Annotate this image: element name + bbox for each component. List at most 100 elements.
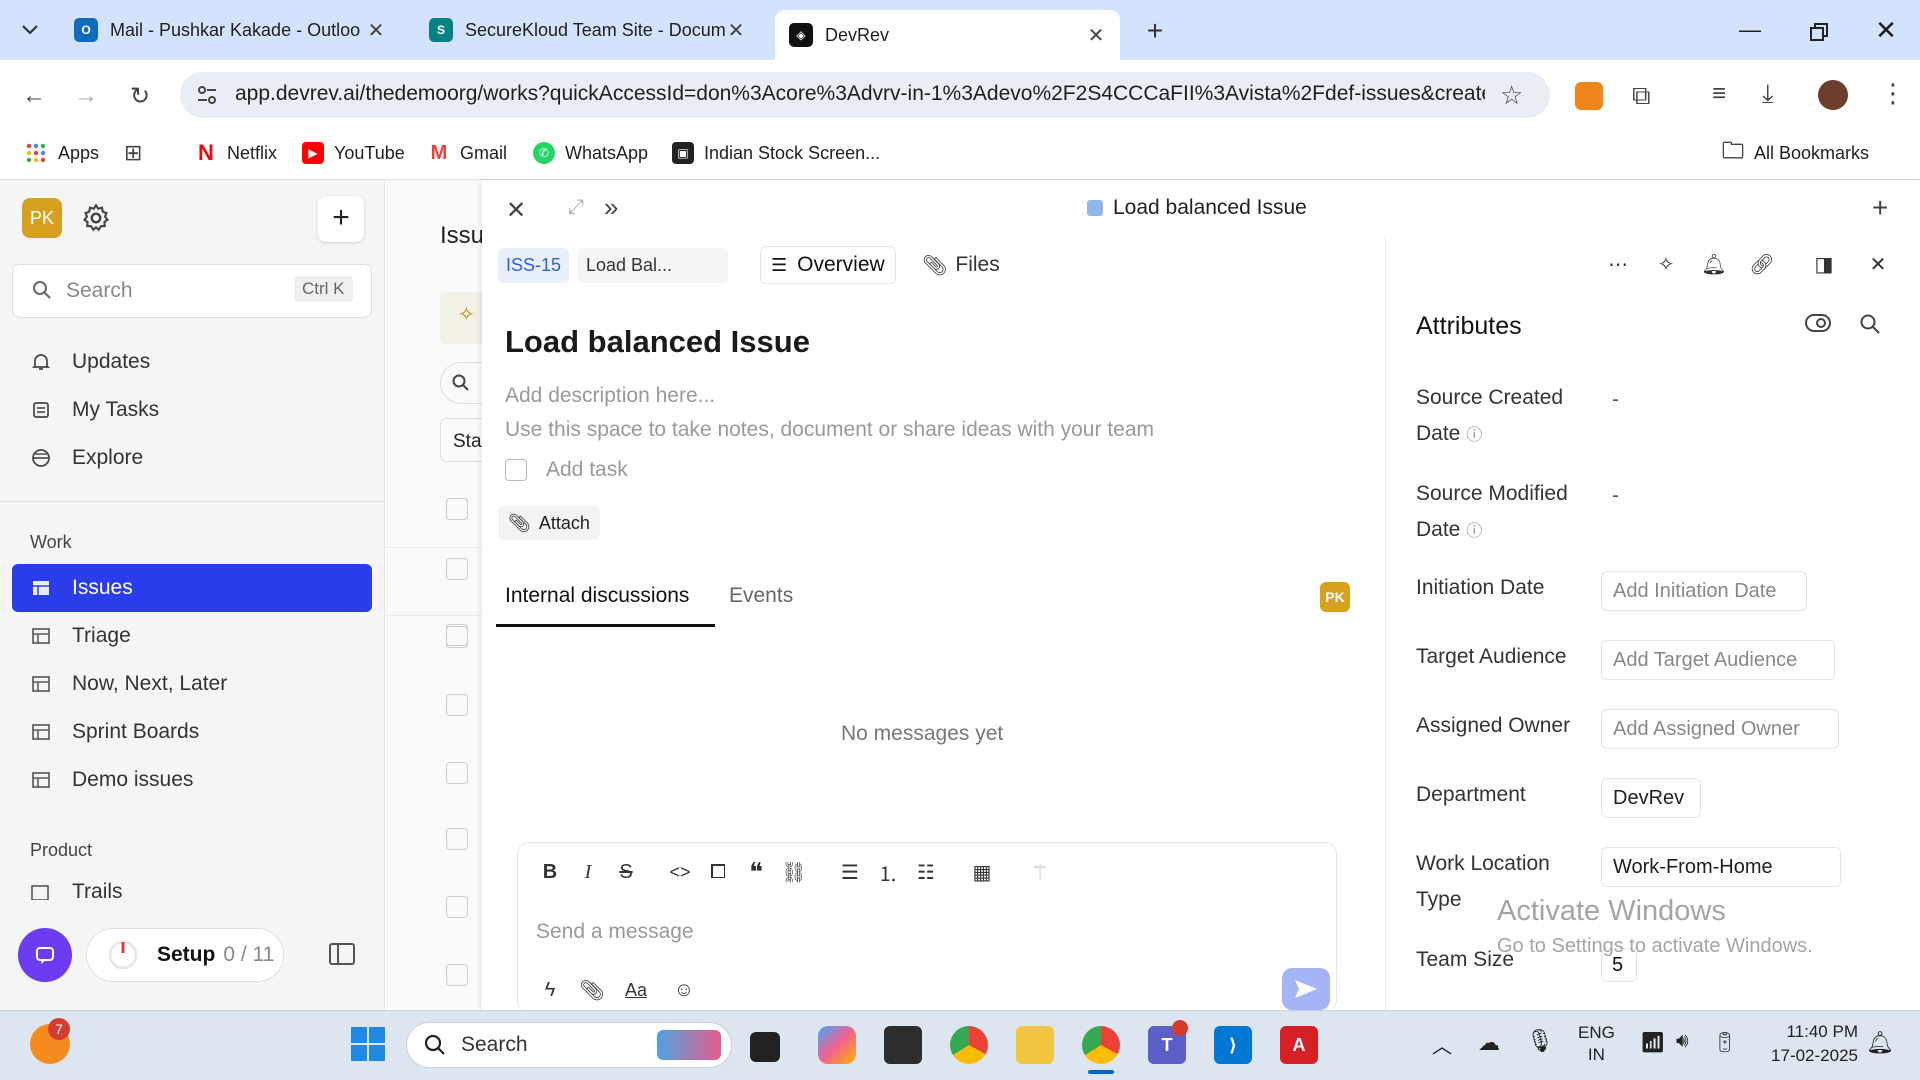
battery-icon[interactable]: 🔋︎ <box>1712 1030 1737 1055</box>
work-location-field[interactable]: Work-From-Home <box>1601 847 1841 887</box>
add-task-checkbox[interactable] <box>505 459 527 481</box>
chrome-icon[interactable] <box>950 1026 988 1064</box>
issue-title[interactable]: Load balanced Issue <box>505 324 810 360</box>
more-options-icon[interactable]: ⋯ <box>1604 250 1632 278</box>
expand-icon[interactable]: ⤢ <box>568 196 584 219</box>
downloads-icon[interactable]: ⤓ <box>1762 78 1774 110</box>
browser-tab-sharepoint[interactable]: S SecureKloud Team Site - Docum ✕ <box>415 10 760 50</box>
sparkle-icon[interactable]: ✧ <box>440 292 482 344</box>
emoji-icon[interactable]: ☺ <box>670 976 698 1004</box>
quote-icon[interactable]: ❝ <box>742 857 770 887</box>
collapse-double-chevron-icon[interactable]: » <box>604 192 618 223</box>
bookmark-gmail[interactable]: M Gmail <box>428 138 507 168</box>
close-tab-icon[interactable]: ✕ <box>366 18 386 43</box>
description-input[interactable]: Add description here... <box>505 384 715 408</box>
bookmark-netflix[interactable]: N Netflix <box>195 138 277 168</box>
tab-list-button[interactable] <box>14 14 46 46</box>
row-checkbox[interactable] <box>446 896 468 918</box>
font-format-icon[interactable]: Aa <box>622 976 650 1004</box>
tab-files[interactable]: 📎︎ Files <box>918 246 1004 284</box>
department-field[interactable]: DevRev <box>1601 778 1701 818</box>
url-text[interactable]: app.devrev.ai/thedemoorg/works?quickAcce… <box>235 82 1485 106</box>
issue-id-badge[interactable]: ISS-15 <box>498 248 570 283</box>
metamask-extension-icon[interactable] <box>1575 82 1603 110</box>
numbered-list-icon[interactable]: ⒈ <box>874 858 902 886</box>
bullet-list-icon[interactable]: ☰ <box>836 858 864 886</box>
close-tab-icon[interactable]: ✕ <box>1086 23 1106 48</box>
lightning-icon[interactable]: ϟ <box>536 976 564 1004</box>
add-icon[interactable]: + <box>1872 192 1888 224</box>
sidebar-toggle-icon[interactable]: ◨ <box>1810 250 1838 278</box>
forward-button[interactable]: → <box>68 78 104 114</box>
link-icon[interactable]: 🔗︎ <box>1748 250 1776 278</box>
terminal-icon[interactable] <box>884 1026 922 1064</box>
row-checkbox[interactable] <box>446 694 468 716</box>
vscode-icon[interactable]: ⟩ <box>1214 1026 1252 1064</box>
bell-icon[interactable]: 🔔︎ <box>1700 250 1728 278</box>
status-filter[interactable]: Sta <box>440 418 482 462</box>
row-checkbox[interactable] <box>446 762 468 784</box>
toggle-visibility-icon[interactable] <box>1804 312 1834 336</box>
clock[interactable]: 11:40 PM 17-02-2025 <box>1760 1020 1858 1068</box>
add-task-label[interactable]: Add task <box>546 458 628 482</box>
profile-avatar[interactable] <box>1818 80 1848 110</box>
code-block-icon[interactable]: ⧠ <box>704 858 732 886</box>
target-audience-field[interactable]: Add Target Audience <box>1601 640 1835 680</box>
tab-internal-discussions[interactable]: Internal discussions <box>505 584 689 608</box>
language-indicator[interactable]: ENG IN <box>1578 1022 1615 1066</box>
sidebar-item-explore[interactable]: Explore <box>12 434 372 482</box>
participant-avatar[interactable]: PK <box>1320 582 1350 612</box>
extensions-icon[interactable]: ⧉ <box>1632 80 1651 112</box>
bookmark-whatsapp[interactable]: ✆ WhatsApp <box>533 138 648 168</box>
close-tab-icon[interactable]: ✕ <box>726 18 746 43</box>
browser-menu-icon[interactable]: ⋮ <box>1880 78 1906 109</box>
taskbar-search-box[interactable]: Search <box>406 1022 732 1068</box>
sidebar-item-demo-issues[interactable]: Demo issues <box>12 756 372 804</box>
wifi-icon[interactable]: 📶︎ <box>1640 1030 1665 1055</box>
chat-button[interactable] <box>18 928 72 982</box>
checklist-icon[interactable]: ☷ <box>912 858 940 886</box>
row-checkbox[interactable] <box>446 964 468 986</box>
paperclip-icon[interactable]: 📎︎ <box>578 976 606 1004</box>
tab-groups-icon[interactable]: ⊞ <box>124 138 142 168</box>
bookmark-stock-screener[interactable]: ▣ Indian Stock Screen... <box>672 138 880 168</box>
file-explorer-icon[interactable] <box>1016 1026 1054 1064</box>
close-panel-icon[interactable]: ✕ <box>506 196 526 225</box>
setup-progress-button[interactable]: Setup 0 / 11 <box>86 928 284 982</box>
ai-sparkle-icon[interactable]: ✧ <box>1652 250 1680 278</box>
close-window-button[interactable]: ✕ <box>1868 12 1904 48</box>
tab-events[interactable]: Events <box>729 584 793 608</box>
attach-button[interactable]: 📎︎ Attach <box>498 506 600 540</box>
browser-tab-outlook[interactable]: O Mail - Pushkar Kakade - Outloo ✕ <box>60 10 400 50</box>
strikethrough-icon[interactable]: S <box>612 858 640 886</box>
collapse-sidebar-icon[interactable] <box>328 942 356 966</box>
site-info-icon[interactable] <box>194 82 220 108</box>
sidebar-item-triage[interactable]: Triage <box>12 612 372 660</box>
sidebar-item-my-tasks[interactable]: My Tasks <box>12 386 372 434</box>
bookmark-youtube[interactable]: ▶ YouTube <box>302 138 405 168</box>
onedrive-icon[interactable]: ☁ <box>1478 1030 1500 1056</box>
chrome-profile-icon[interactable] <box>1082 1026 1120 1064</box>
start-button[interactable] <box>350 1026 386 1062</box>
settings-gear-icon[interactable] <box>80 202 112 234</box>
issue-short-title[interactable]: Load Bal... <box>578 248 728 283</box>
search-icon[interactable] <box>1858 312 1882 336</box>
mic-muted-icon[interactable]: 🎙︎ <box>1526 1028 1554 1054</box>
initiation-date-field[interactable]: Add Initiation Date <box>1601 571 1807 611</box>
all-bookmarks[interactable]: 🗀 All Bookmarks <box>1722 138 1869 168</box>
media-controls-icon[interactable]: ≡ <box>1712 80 1726 108</box>
reload-button[interactable]: ↻ <box>122 78 158 114</box>
row-checkbox[interactable] <box>446 626 468 648</box>
bookmark-apps[interactable]: Apps <box>26 138 99 168</box>
row-checkbox[interactable] <box>446 828 468 850</box>
notification-bell-icon[interactable]: 🔔︎ <box>1866 1030 1894 1056</box>
magic-wand-icon[interactable]: ⚚ <box>1026 858 1054 886</box>
minimize-button[interactable]: — <box>1732 12 1768 48</box>
sidebar-item-updates[interactable]: Updates <box>12 338 372 386</box>
sidebar-item-trails[interactable]: Trails <box>30 880 370 904</box>
row-checkbox[interactable] <box>446 558 468 580</box>
copilot-icon[interactable] <box>818 1026 856 1064</box>
bookmark-star-icon[interactable]: ☆ <box>1500 80 1523 111</box>
assigned-owner-field[interactable]: Add Assigned Owner <box>1601 709 1839 749</box>
code-icon[interactable]: <> <box>666 858 694 886</box>
